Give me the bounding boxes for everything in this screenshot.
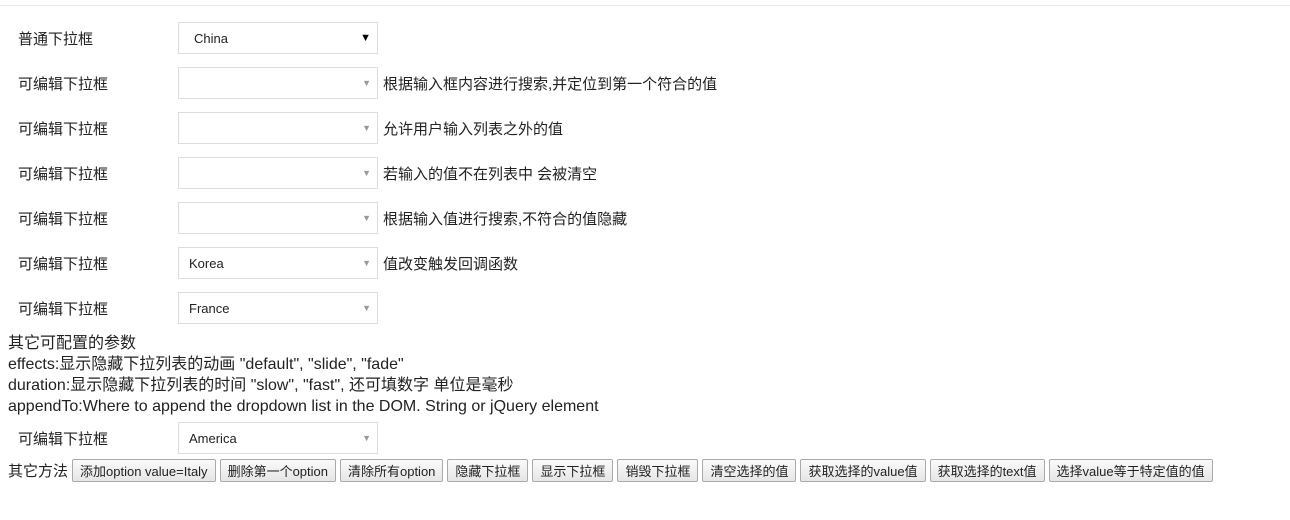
method-button[interactable]: 显示下拉框 — [532, 459, 614, 482]
editable-select[interactable]: France ▼ — [178, 292, 378, 324]
caret-down-icon[interactable]: ▼ — [362, 78, 371, 88]
editable-select[interactable]: Korea ▼ — [178, 247, 378, 279]
params-section: 其它可配置的参数 effects:显示隐藏下拉列表的动画 "default", … — [8, 333, 599, 417]
methods-bar: 其它方法 添加option value=Italy 删除第一个option 清除所有… — [8, 459, 1213, 482]
row-description: 允许用户输入列表之外的值 — [383, 120, 564, 138]
method-button[interactable]: 清除所有option — [339, 459, 444, 482]
editable-select[interactable]: ▼ — [178, 112, 378, 144]
method-button[interactable]: 获取选择的text值 — [929, 459, 1045, 482]
caret-down-icon[interactable]: ▼ — [360, 32, 371, 44]
editable-select-america[interactable]: America ▼ — [178, 422, 378, 454]
row-label: 普通下拉框 — [18, 30, 94, 48]
row-label: 可编辑下拉框 — [18, 165, 109, 183]
editable-select[interactable]: ▼ — [178, 67, 378, 99]
method-button[interactable]: 获取选择的value值 — [800, 459, 926, 482]
method-button[interactable]: 隐藏下拉框 — [447, 459, 529, 482]
select-value: France — [189, 300, 230, 316]
params-title: 其它可配置的参数 — [8, 335, 137, 352]
select-value: Korea — [189, 255, 224, 271]
caret-down-icon[interactable]: ▼ — [362, 433, 371, 443]
editable-select[interactable]: ▼ — [178, 202, 378, 234]
caret-down-icon[interactable]: ▼ — [362, 168, 371, 178]
method-button[interactable]: 销毁下拉框 — [617, 459, 699, 482]
caret-down-icon[interactable]: ▼ — [362, 303, 371, 313]
caret-down-icon[interactable]: ▼ — [362, 213, 371, 223]
row-label: 可编辑下拉框 — [18, 430, 109, 448]
method-button[interactable]: 添加option value=Italy — [72, 459, 216, 482]
param-effects: effects:显示隐藏下拉列表的动画 "default", "slide", … — [8, 356, 404, 373]
param-appendto: appendTo:Where to append the dropdown li… — [8, 398, 599, 415]
method-button[interactable]: 删除第一个option — [219, 459, 336, 482]
row-description: 根据输入框内容进行搜索,并定位到第一个符合的值 — [383, 75, 718, 93]
caret-down-icon[interactable]: ▼ — [362, 258, 371, 268]
row-label: 可编辑下拉框 — [18, 75, 109, 93]
methods-label: 其它方法 — [8, 463, 69, 480]
row-description: 若输入的值不在列表中 会被清空 — [383, 165, 598, 183]
select-value: China — [194, 30, 228, 46]
editable-select[interactable]: ▼ — [178, 157, 378, 189]
row-label: 可编辑下拉框 — [18, 255, 109, 273]
caret-down-icon[interactable]: ▼ — [362, 123, 371, 133]
method-button[interactable]: 清空选择的值 — [702, 459, 797, 482]
select-value: America — [189, 430, 237, 446]
select-dropdown[interactable]: China ▼ — [178, 22, 378, 54]
method-button[interactable]: 选择value等于特定值的值 — [1048, 459, 1213, 482]
row-label: 可编辑下拉框 — [18, 210, 109, 228]
row-label: 可编辑下拉框 — [18, 120, 109, 138]
param-duration: duration:显示隐藏下拉列表的时间 "slow", "fast", 还可填… — [8, 377, 514, 394]
row-description: 根据输入值进行搜索,不符合的值隐藏 — [383, 210, 628, 228]
top-divider — [0, 5, 1290, 6]
row-description: 值改变触发回调函数 — [383, 255, 519, 273]
row-label: 可编辑下拉框 — [18, 300, 109, 318]
